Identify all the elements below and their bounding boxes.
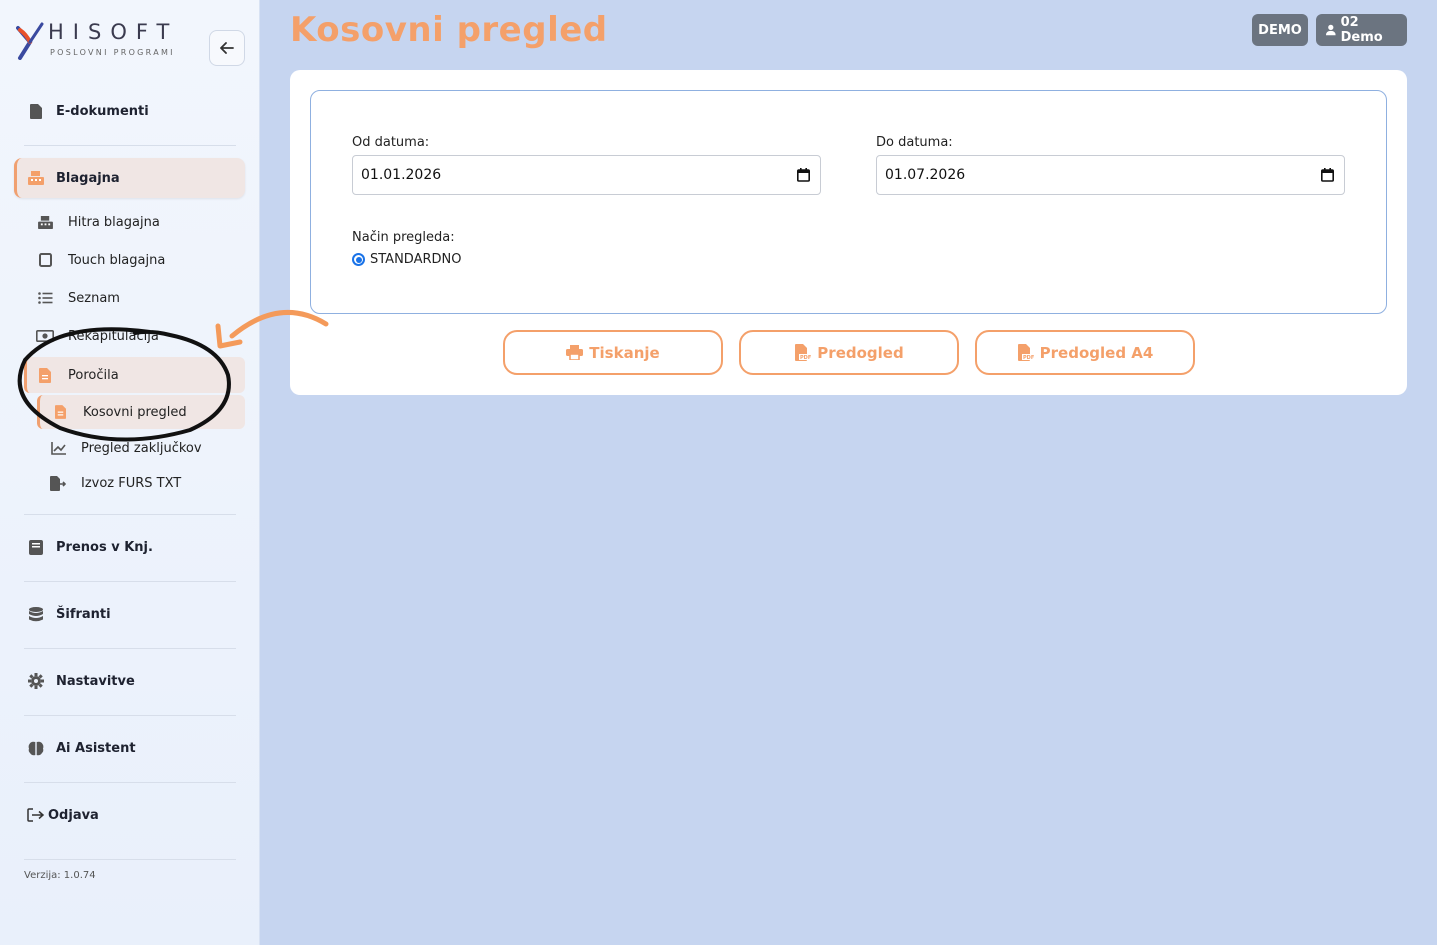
sidebar-item-pregled-zakljuckov[interactable]: Pregled zaključkov xyxy=(37,431,245,465)
sidebar-item-odjava[interactable]: Odjava xyxy=(14,795,245,835)
logo-mark-icon xyxy=(16,22,44,60)
preview-a4-button[interactable]: PDF Predogled A4 xyxy=(975,330,1195,375)
divider xyxy=(24,145,236,146)
sidebar-item-label: Touch blagajna xyxy=(68,252,166,268)
sidebar-item-label: Hitra blagajna xyxy=(68,214,160,230)
sidebar-item-blagajna[interactable]: Blagajna xyxy=(14,158,245,198)
preview-button-label: Predogled xyxy=(817,343,904,362)
sidebar-item-label: Pregled zaključkov xyxy=(81,440,202,456)
file-pdf-icon: PDF xyxy=(1017,344,1034,361)
logo: HISOFT POSLOVNI PROGRAMI xyxy=(16,18,196,66)
report-icon xyxy=(51,405,69,419)
mode-label: Način pregleda: xyxy=(352,230,455,245)
sidebar-item-ai-asistent[interactable]: Ai Asistent xyxy=(14,728,245,768)
sidebar-item-nastavitve[interactable]: Nastavitve xyxy=(14,661,245,701)
chart-line-icon xyxy=(49,441,67,455)
money-icon xyxy=(36,330,54,342)
sidebar-item-label: Odjava xyxy=(48,807,99,823)
file-icon xyxy=(26,103,46,119)
to-date-label: Do datuma: xyxy=(876,135,953,150)
sidebar-item-kosovni-pregled[interactable]: Kosovni pregled xyxy=(37,395,245,429)
sidebar-item-prenos-v-knj[interactable]: Prenos v Knj. xyxy=(14,527,245,567)
sidebar-item-label: Rekapitulacija xyxy=(68,328,159,344)
sidebar-item-rekapitulacija[interactable]: Rekapitulacija xyxy=(24,319,245,353)
printer-icon xyxy=(566,345,584,360)
calendar-icon[interactable] xyxy=(1321,168,1334,182)
mode-radio-standardno[interactable]: STANDARDNO xyxy=(352,252,461,267)
version-label: Verzija: 1.0.74 xyxy=(24,870,96,881)
divider xyxy=(24,782,236,783)
cash-register-icon xyxy=(26,171,46,185)
sidebar-item-label: Kosovni pregled xyxy=(83,404,187,420)
from-date-label: Od datuma: xyxy=(352,135,430,150)
user-icon xyxy=(1326,24,1336,36)
sidebar-item-label: E-dokumenti xyxy=(56,103,149,119)
user-badge[interactable]: 02 Demo xyxy=(1316,14,1407,46)
sidebar-item-label: Nastavitve xyxy=(56,673,135,689)
sidebar-item-izvoz-furs-txt[interactable]: Izvoz FURS TXT xyxy=(37,466,245,500)
sidebar-item-label: Prenos v Knj. xyxy=(56,539,153,555)
logo-text: HISOFT xyxy=(48,20,179,44)
demo-badge: DEMO xyxy=(1252,14,1308,46)
sidebar-item-label: Seznam xyxy=(68,290,120,306)
sidebar-item-porocila[interactable]: Poročila xyxy=(24,357,245,393)
to-date-value: 01.07.2026 xyxy=(885,167,966,183)
radio-label: STANDARDNO xyxy=(370,252,462,267)
to-date-input[interactable]: 01.07.2026 xyxy=(876,155,1345,195)
collapse-sidebar-button[interactable] xyxy=(209,30,245,66)
from-date-input[interactable]: 01.01.2026 xyxy=(352,155,821,195)
divider xyxy=(24,581,236,582)
divider xyxy=(24,715,236,716)
brain-icon xyxy=(26,741,46,756)
report-icon xyxy=(36,367,54,383)
sidebar-item-label: Ai Asistent xyxy=(56,740,136,756)
book-icon xyxy=(26,539,46,555)
from-date-value: 01.01.2026 xyxy=(361,167,442,183)
divider xyxy=(24,514,236,515)
file-export-icon xyxy=(49,475,67,491)
user-name: 02 Demo xyxy=(1340,15,1383,45)
list-icon xyxy=(36,292,54,304)
preview-a4-button-label: Predogled A4 xyxy=(1039,343,1154,362)
divider xyxy=(24,859,236,860)
page-title: Kosovni pregled xyxy=(290,10,608,50)
cash-register-icon xyxy=(36,215,54,229)
database-icon xyxy=(26,606,46,622)
tablet-icon xyxy=(36,253,54,267)
svg-text:PDF: PDF xyxy=(800,355,811,361)
file-pdf-icon: PDF xyxy=(794,344,812,361)
gear-icon xyxy=(26,673,46,689)
arrow-left-icon xyxy=(220,42,234,54)
sidebar-item-hitra-blagajna[interactable]: Hitra blagajna xyxy=(24,205,245,239)
radio-button[interactable] xyxy=(352,253,365,266)
svg-text:PDF: PDF xyxy=(1023,355,1034,361)
sidebar-item-touch-blagajna[interactable]: Touch blagajna xyxy=(24,243,245,277)
filter-form: Od datuma: 01.01.2026 Do datuma: 01.07.2… xyxy=(310,90,1387,314)
sidebar: HISOFT POSLOVNI PROGRAMI E-dokumenti Bla… xyxy=(0,0,260,945)
logo-tagline: POSLOVNI PROGRAMI xyxy=(50,48,175,57)
main-card: Od datuma: 01.01.2026 Do datuma: 01.07.2… xyxy=(290,70,1407,395)
sidebar-item-label: Šifranti xyxy=(56,606,111,622)
calendar-icon[interactable] xyxy=(797,168,810,182)
preview-button[interactable]: PDF Predogled xyxy=(739,330,959,375)
sidebar-item-sifranti[interactable]: Šifranti xyxy=(14,594,245,634)
print-button[interactable]: Tiskanje xyxy=(503,330,723,375)
print-button-label: Tiskanje xyxy=(589,343,660,362)
logout-icon xyxy=(26,808,46,822)
sidebar-item-label: Poročila xyxy=(68,367,119,383)
divider xyxy=(24,648,236,649)
sidebar-item-e-dokumenti[interactable]: E-dokumenti xyxy=(14,91,245,131)
sidebar-item-label: Izvoz FURS TXT xyxy=(81,475,182,491)
sidebar-item-seznam[interactable]: Seznam xyxy=(24,281,245,315)
sidebar-item-label: Blagajna xyxy=(56,170,120,186)
